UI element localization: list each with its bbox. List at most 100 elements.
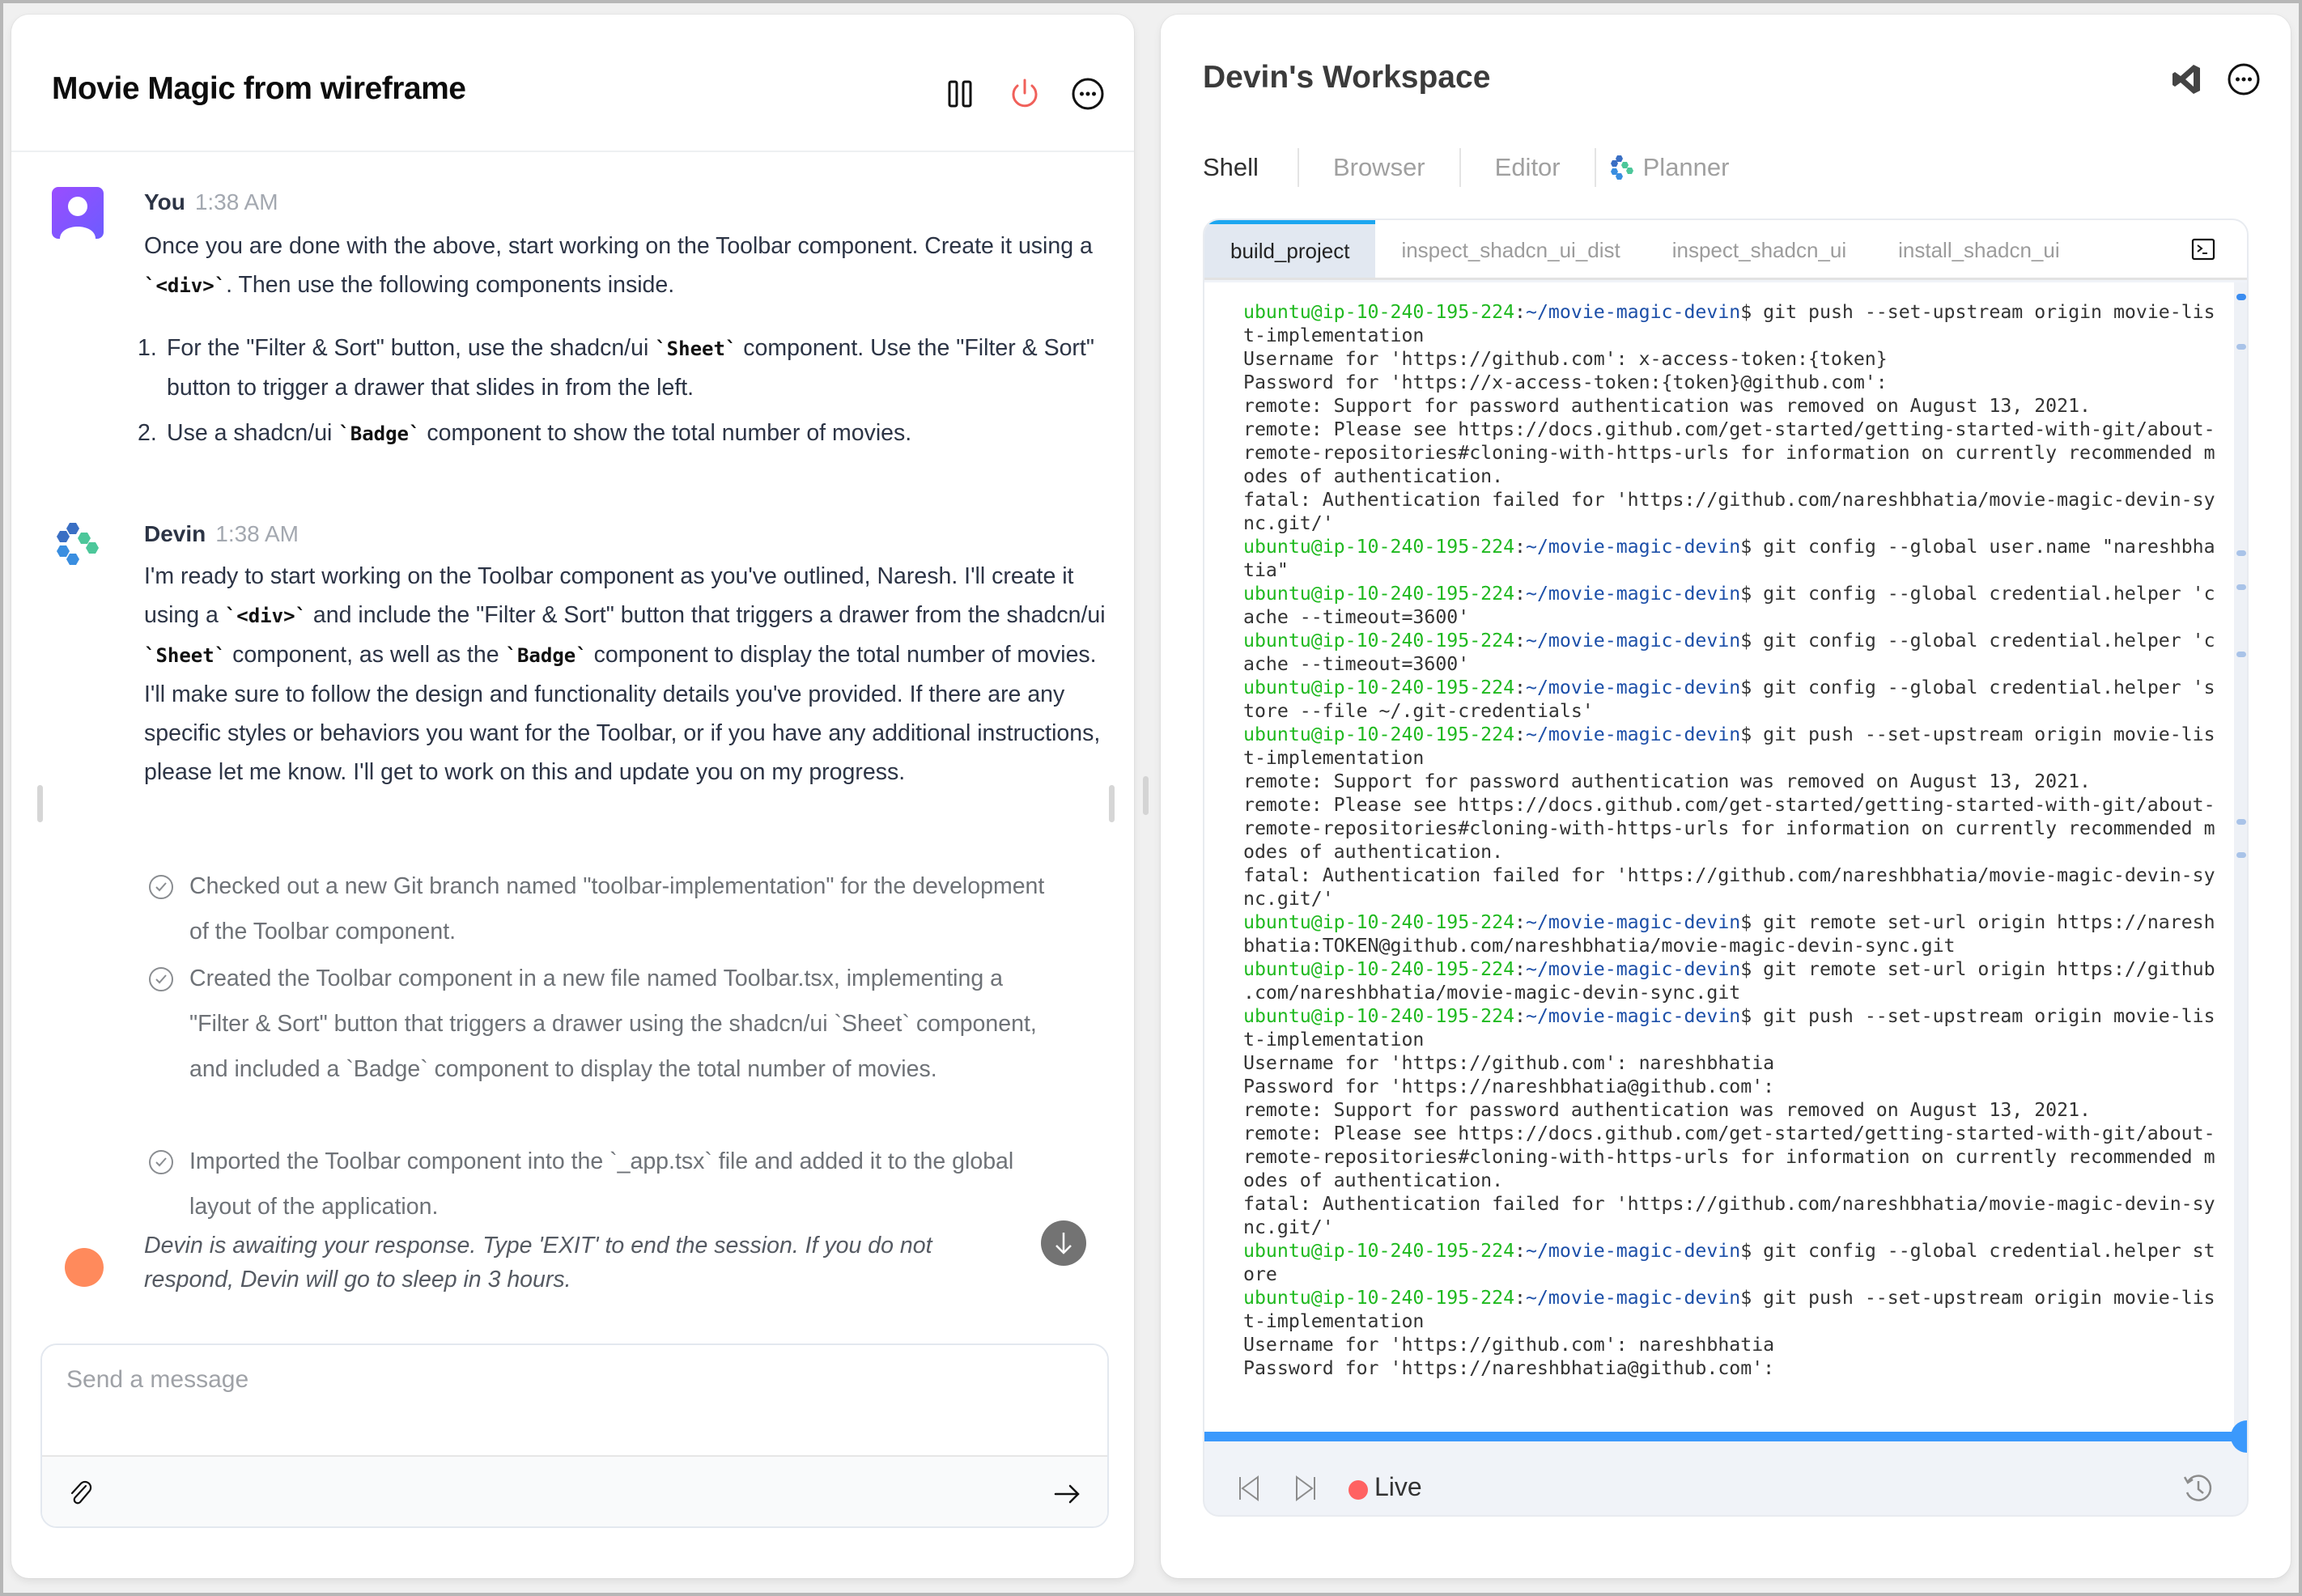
chat-panel: Movie Magic from wireframe You 1:38 AM On… bbox=[11, 15, 1134, 1578]
message-text: Once you are done with the above, start … bbox=[144, 227, 1115, 305]
session-tabs: build_project inspect_shadcn_ui_dist ins… bbox=[1204, 220, 2247, 280]
status-indicator bbox=[65, 1248, 104, 1287]
terminal-output-line: ore bbox=[1243, 1263, 1277, 1285]
history-icon[interactable] bbox=[2181, 1471, 2216, 1506]
scroll-marker[interactable] bbox=[2236, 294, 2246, 300]
terminal-output-line: Username for 'https://github.com': x-acc… bbox=[1243, 348, 1888, 370]
more-icon[interactable] bbox=[1070, 76, 1106, 112]
tab-shell[interactable]: Shell bbox=[1203, 148, 1299, 187]
terminal-command-line: ubuntu@ip-10-240-195-224:~/movie-magic-d… bbox=[1243, 1004, 2226, 1028]
session-tab-build-project[interactable]: build_project bbox=[1204, 220, 1376, 278]
completed-step: Checked out a new Git branch named "tool… bbox=[144, 864, 1051, 954]
prompt-user: ubuntu@ip-10-240-195-224 bbox=[1243, 677, 1515, 698]
resize-handle[interactable] bbox=[37, 785, 43, 822]
text-run: Once you are done with the above, start … bbox=[144, 233, 1093, 259]
prompt-path: ~/movie-magic-devin bbox=[1526, 1240, 1741, 1262]
workspace-tabs: Shell Browser Editor Planner bbox=[1203, 148, 1763, 187]
terminal-output-line: Password for 'https://x-access-token:{to… bbox=[1243, 371, 1888, 393]
session-title: Movie Magic from wireframe bbox=[52, 71, 466, 106]
scroll-marker[interactable] bbox=[2236, 584, 2246, 590]
message-time: 1:38 AM bbox=[194, 189, 278, 214]
command-text: $ git config --global credential.helper … bbox=[1740, 583, 2215, 605]
vscode-icon[interactable] bbox=[2169, 62, 2205, 97]
inline-code: `Badge` bbox=[338, 422, 421, 445]
terminal-output-line: fatal: Authentication failed for 'https:… bbox=[1243, 489, 2215, 511]
live-label[interactable]: Live bbox=[1374, 1472, 1422, 1502]
scroll-marker[interactable] bbox=[2236, 550, 2246, 557]
skip-forward-icon[interactable] bbox=[1292, 1474, 1319, 1503]
skip-back-icon[interactable] bbox=[1235, 1474, 1263, 1503]
workspace-panel: Devin's Workspace Shell Browser Editor P… bbox=[1161, 15, 2291, 1578]
terminal-output-line: remote: Please see https://docs.github.c… bbox=[1243, 794, 2215, 816]
playback-progress bbox=[1204, 1432, 2247, 1441]
command-text: $ git push --set-upstream origin movie-l… bbox=[1740, 301, 2215, 323]
playback-slider[interactable] bbox=[1204, 1420, 2247, 1453]
terminal-output-line: Username for 'https://github.com': nares… bbox=[1243, 1334, 1775, 1356]
terminal-command-line: ubuntu@ip-10-240-195-224:~/movie-magic-d… bbox=[1243, 535, 2226, 558]
scroll-marker[interactable] bbox=[2236, 852, 2246, 858]
tab-browser[interactable]: Browser bbox=[1299, 148, 1461, 187]
terminal-command-line: ubuntu@ip-10-240-195-224:~/movie-magic-d… bbox=[1243, 1239, 2226, 1263]
step-text: Checked out a new Git branch named "tool… bbox=[189, 873, 1045, 944]
terminal-output-line: bhatia:TOKEN@github.com/nareshbhatia/mov… bbox=[1243, 935, 1956, 957]
resize-handle[interactable] bbox=[1109, 785, 1115, 822]
scroll-marker[interactable] bbox=[2236, 651, 2246, 657]
inline-code: `<div>` bbox=[224, 605, 307, 627]
command-text: $ git remote set-url origin https://nare… bbox=[1740, 911, 2215, 933]
scroll-down-button[interactable] bbox=[1041, 1220, 1086, 1266]
power-icon[interactable] bbox=[1007, 76, 1043, 112]
message-author: Devin bbox=[144, 521, 206, 546]
terminal-output-line: t-implementation bbox=[1243, 1029, 1425, 1051]
terminal-output[interactable]: ubuntu@ip-10-240-195-224:~/movie-magic-d… bbox=[1204, 282, 2237, 1432]
composer-toolbar bbox=[42, 1455, 1107, 1526]
terminal-output-line: remote-repositories#cloning-with-https-u… bbox=[1243, 1146, 2215, 1168]
prompt-user: ubuntu@ip-10-240-195-224 bbox=[1243, 583, 1515, 605]
tab-label: Browser bbox=[1332, 153, 1425, 181]
terminal-command-line: ubuntu@ip-10-240-195-224:~/movie-magic-d… bbox=[1243, 957, 2226, 981]
paperclip-icon[interactable] bbox=[66, 1479, 96, 1509]
prompt-path: ~/movie-magic-devin bbox=[1526, 536, 1741, 558]
command-text: $ git config --global user.name "nareshb… bbox=[1740, 536, 2215, 558]
list-item: 1. For the "Filter & Sort" button, use th… bbox=[138, 329, 1106, 407]
prompt-path: ~/movie-magic-devin bbox=[1526, 724, 1741, 745]
command-text: $ git config --global credential.helper … bbox=[1740, 630, 2215, 652]
terminal-icon[interactable] bbox=[2190, 236, 2216, 262]
terminal-command-line: ubuntu@ip-10-240-195-224:~/movie-magic-d… bbox=[1243, 910, 2226, 934]
tab-editor[interactable]: Editor bbox=[1461, 148, 1596, 187]
devin-logo bbox=[52, 516, 104, 568]
more-icon[interactable] bbox=[2226, 62, 2262, 97]
inline-code: `Badge` bbox=[505, 644, 588, 667]
message-header: You 1:38 AM bbox=[144, 189, 278, 215]
pane-resize-handle[interactable] bbox=[1143, 776, 1149, 815]
scroll-marker[interactable] bbox=[2236, 344, 2246, 350]
pause-icon[interactable] bbox=[942, 76, 978, 112]
tab-label: Planner bbox=[1642, 153, 1730, 181]
prompt-user: ubuntu@ip-10-240-195-224 bbox=[1243, 536, 1515, 558]
terminal-command-line: ubuntu@ip-10-240-195-224:~/movie-magic-d… bbox=[1243, 629, 2226, 652]
prompt-separator: : bbox=[1514, 724, 1527, 745]
message-input[interactable] bbox=[42, 1345, 1107, 1455]
message-composer bbox=[40, 1343, 1109, 1528]
inline-code: `Sheet` bbox=[144, 644, 227, 667]
prompt-separator: : bbox=[1514, 1287, 1527, 1309]
terminal-output-line: ache --timeout=3600' bbox=[1243, 606, 1470, 628]
prompt-separator: : bbox=[1514, 583, 1527, 605]
terminal-output-line: t-implementation bbox=[1243, 1310, 1425, 1332]
prompt-path: ~/movie-magic-devin bbox=[1526, 1005, 1741, 1027]
terminal-output-line: remote-repositories#cloning-with-https-u… bbox=[1243, 817, 2215, 839]
terminal-scrollbar[interactable] bbox=[2234, 282, 2247, 1432]
send-arrow-icon[interactable] bbox=[1051, 1479, 1083, 1509]
tab-planner[interactable]: Planner bbox=[1596, 148, 1764, 187]
scroll-marker[interactable] bbox=[2236, 818, 2246, 825]
prompt-path: ~/movie-magic-devin bbox=[1526, 911, 1741, 933]
text-run: component, as well as the bbox=[226, 642, 506, 668]
session-tab-inspect-shadcn-ui-dist[interactable]: inspect_shadcn_ui_dist bbox=[1375, 220, 1646, 278]
session-tab-inspect-shadcn-ui[interactable]: inspect_shadcn_ui bbox=[1646, 220, 1872, 278]
terminal-command-line: ubuntu@ip-10-240-195-224:~/movie-magic-d… bbox=[1243, 300, 2226, 324]
terminal-output-line: remote: Please see https://docs.github.c… bbox=[1243, 1123, 2215, 1144]
prompt-separator: : bbox=[1514, 677, 1527, 698]
prompt-path: ~/movie-magic-devin bbox=[1526, 958, 1741, 980]
terminal-output-line: remote: Support for password authenticat… bbox=[1243, 1099, 2092, 1121]
session-tab-install-shadcn-ui[interactable]: install_shadcn_ui bbox=[1872, 220, 2085, 278]
user-avatar bbox=[52, 187, 104, 239]
